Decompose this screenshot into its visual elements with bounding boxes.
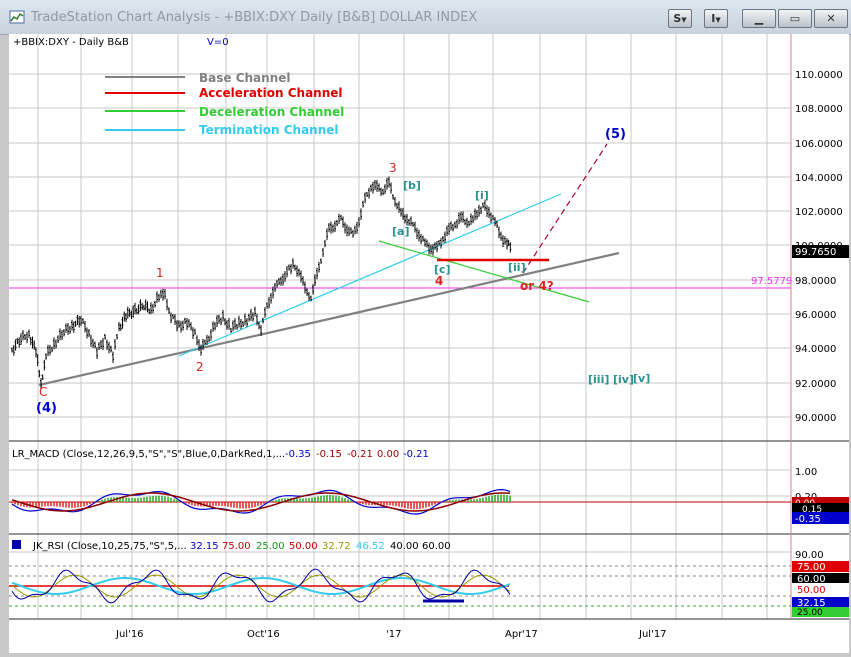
price-tick: 94.0000 [795, 344, 836, 355]
rsi-value: 50.00 [289, 541, 318, 552]
wave-label-5-major: (5) [605, 127, 626, 142]
wave5-target-line [522, 143, 608, 274]
rsi-header: JK_RSI (Close,10,25,75,"S",5,... [32, 541, 187, 552]
rsi-75-flag-value: 75.00 [797, 562, 826, 573]
macd-panel: LR_MACD (Close,12,26,9,5,"S","S",Blue,0,… [9, 449, 849, 525]
wave-label-b: [b] [403, 179, 421, 192]
styles-button[interactable]: S▼ [668, 9, 692, 28]
price-tick: 92.0000 [795, 379, 836, 390]
macd-value: 0.00 [377, 449, 399, 460]
price-tick: 106.0000 [795, 139, 843, 150]
macd-value: -0.35 [285, 449, 311, 460]
rsi-value: 60.00 [422, 541, 451, 552]
chevron-down-icon: ▼ [715, 16, 721, 24]
app-icon [9, 10, 25, 24]
last-price-value: 99.7650 [795, 247, 836, 258]
rsi-value: 25.00 [256, 541, 285, 552]
wave-label-v: [v] [633, 372, 650, 385]
wave-label-iv: [iv] [613, 373, 634, 386]
wave-label-c: [c] [434, 263, 451, 276]
wave-labels: C (4) 1 2 3 4 or 4? (5) [a] [b] [c] [i] … [36, 127, 650, 416]
macd-tick: 1.00 [795, 467, 817, 478]
maximize-button[interactable]: ▭ [778, 9, 812, 28]
rsi-indicator-icon [12, 540, 21, 549]
x-axis-label: Oct'16 [247, 629, 280, 640]
rsi-value: 46.52 [356, 541, 385, 552]
price-tick: 110.0000 [795, 70, 843, 81]
close-icon: ✕ [826, 12, 836, 25]
channel-legend: Base Channel Acceleration Channel Decele… [105, 71, 344, 137]
price-tick: 98.0000 [795, 276, 836, 287]
termination-channel-line [178, 193, 562, 357]
price-tick: 102.0000 [795, 207, 843, 218]
price-panel-header: +BBIX:DXY - Daily B&B [13, 37, 129, 48]
rsi-50-flag-value: 50.00 [797, 585, 826, 596]
chart-svg[interactable]: +BBIX:DXY - Daily B&B V=0 Base Channel A… [9, 34, 849, 653]
macd-line-flag-value: -0.35 [795, 514, 821, 525]
legend-label-termination: Termination Channel [199, 123, 339, 137]
wave-label-4: 4 [435, 274, 443, 288]
time-x-axis: Jul'16 Oct'16 '17 Apr'17 Jul'17 [115, 629, 667, 640]
wave-label-2: 2 [196, 360, 204, 374]
minimize-icon: ▁ [754, 12, 764, 25]
x-axis-label: Jul'16 [115, 629, 144, 640]
insert-button[interactable]: I▼ [704, 9, 728, 28]
rsi-value: 32.72 [322, 541, 351, 552]
wave-label-iii: [iii] [588, 373, 609, 386]
macd-value: -0.15 [316, 449, 342, 460]
wave-label-or-4: or 4? [520, 279, 554, 293]
magenta-level-label: 97.5779 [751, 276, 792, 287]
rsi-value: 75.00 [222, 541, 251, 552]
wave-label-1: 1 [156, 266, 164, 280]
macd-value: -0.21 [403, 449, 429, 460]
minimize-button[interactable]: ▁ [742, 9, 776, 28]
window-titlebar: TradeStation Chart Analysis - +BBIX:DXY … [0, 0, 851, 35]
price-panel-volume-flag: V=0 [207, 37, 229, 48]
window-title: TradeStation Chart Analysis - +BBIX:DXY … [31, 10, 478, 25]
close-button[interactable]: ✕ [814, 9, 848, 28]
deceleration-channel-line [378, 240, 590, 303]
x-axis-label: Apr'17 [505, 629, 538, 640]
x-axis-label: '17 [386, 629, 401, 640]
macd-value: -0.21 [347, 449, 373, 460]
chart-grid [9, 34, 791, 619]
rsi-tick: 90.00 [795, 550, 824, 561]
price-tick: 90.0000 [795, 413, 836, 424]
wave-label-c-low: C [39, 385, 47, 399]
rsi-25-flag-value: 25.00 [797, 608, 823, 618]
price-tick: 104.0000 [795, 173, 843, 184]
maximize-icon: ▭ [789, 12, 801, 25]
wave-label-i: [i] [475, 189, 489, 202]
price-tick: 96.0000 [795, 310, 836, 321]
legend-label-acceleration: Acceleration Channel [199, 86, 343, 100]
price-tick: 108.0000 [795, 104, 843, 115]
wave-label-ii: [ii] [508, 261, 526, 274]
chart-area[interactable]: +BBIX:DXY - Daily B&B V=0 Base Channel A… [9, 34, 849, 653]
chevron-down-icon: ▼ [681, 16, 687, 24]
rsi-value: 40.00 [390, 541, 419, 552]
legend-label-base: Base Channel [199, 71, 291, 85]
macd-header: LR_MACD (Close,12,26,9,5,"S","S",Blue,0,… [12, 449, 285, 460]
legend-label-deceleration: Deceleration Channel [199, 105, 344, 119]
rsi-60-flag-value: 60.00 [797, 574, 826, 585]
x-axis-label: Jul'17 [638, 629, 667, 640]
wave-label-a: [a] [392, 225, 409, 238]
wave-label-4-major: (4) [36, 401, 57, 416]
rsi-value: 32.15 [190, 541, 219, 552]
wave-label-3: 3 [389, 161, 397, 175]
